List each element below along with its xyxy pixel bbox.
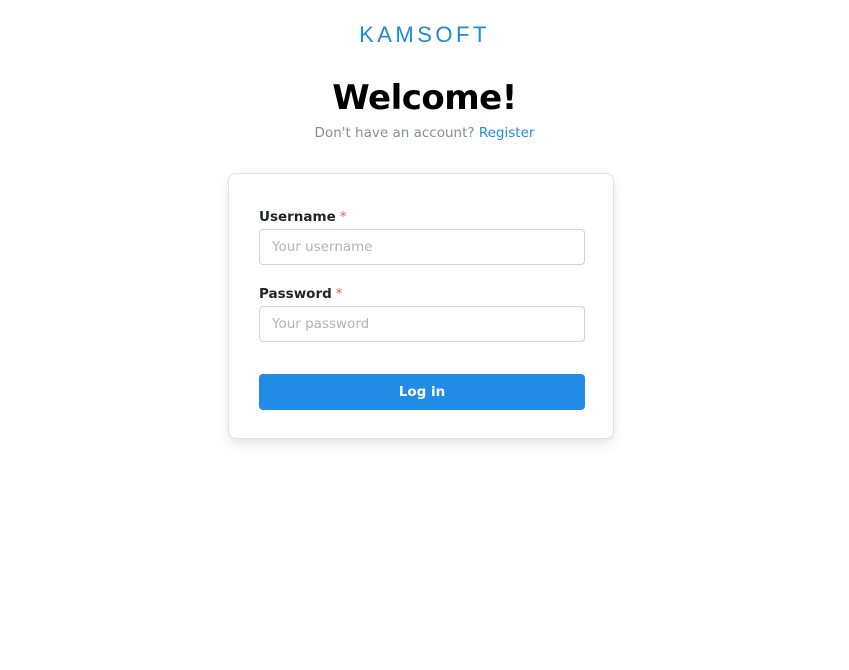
username-label: Username * <box>259 208 347 226</box>
page-title: Welcome! <box>332 78 517 118</box>
username-required-marker: * <box>339 209 347 225</box>
login-page: KAMSOFT Welcome! Don't have an account? … <box>0 0 849 670</box>
password-input[interactable] <box>259 306 585 342</box>
password-label: Password * <box>259 285 343 303</box>
username-label-text: Username <box>259 209 336 225</box>
login-button[interactable]: Log in <box>259 374 585 410</box>
register-prompt-text: Don't have an account? <box>314 125 475 141</box>
kamsoft-logo: KAMSOFT <box>359 22 490 47</box>
password-label-text: Password <box>259 286 332 302</box>
register-prompt: Don't have an account? Register <box>0 124 849 142</box>
login-card: Username* Password* Log in <box>228 173 614 439</box>
register-link[interactable]: Register <box>479 125 535 141</box>
username-input[interactable] <box>259 229 585 265</box>
password-required-marker: * <box>335 286 343 302</box>
